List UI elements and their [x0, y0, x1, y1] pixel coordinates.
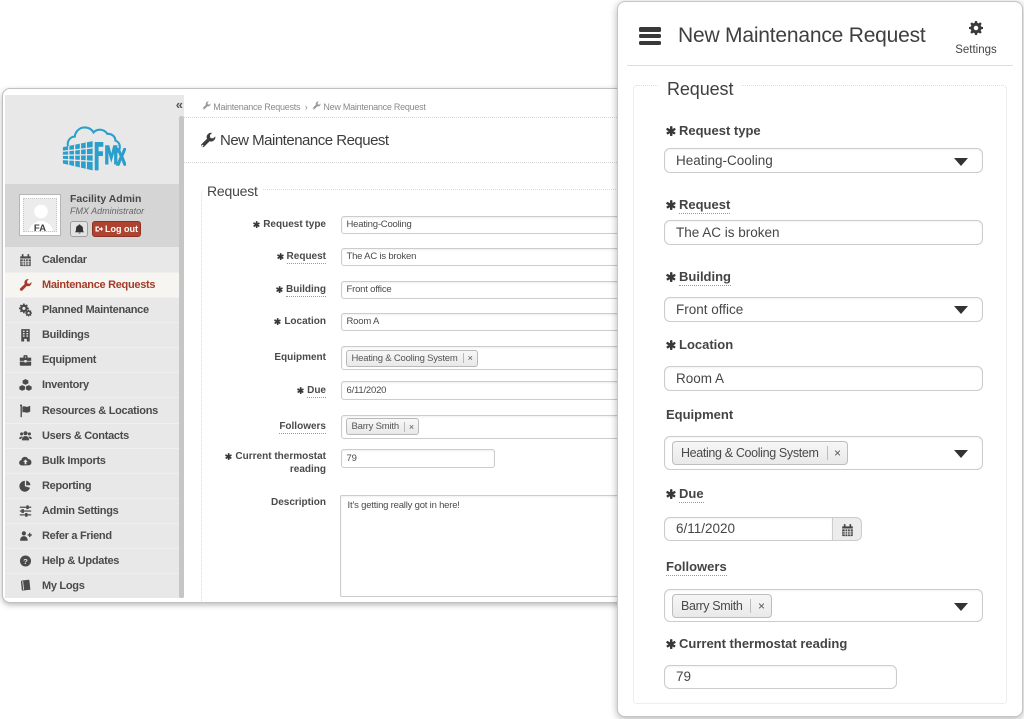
svg-text:?: ? — [23, 557, 28, 566]
